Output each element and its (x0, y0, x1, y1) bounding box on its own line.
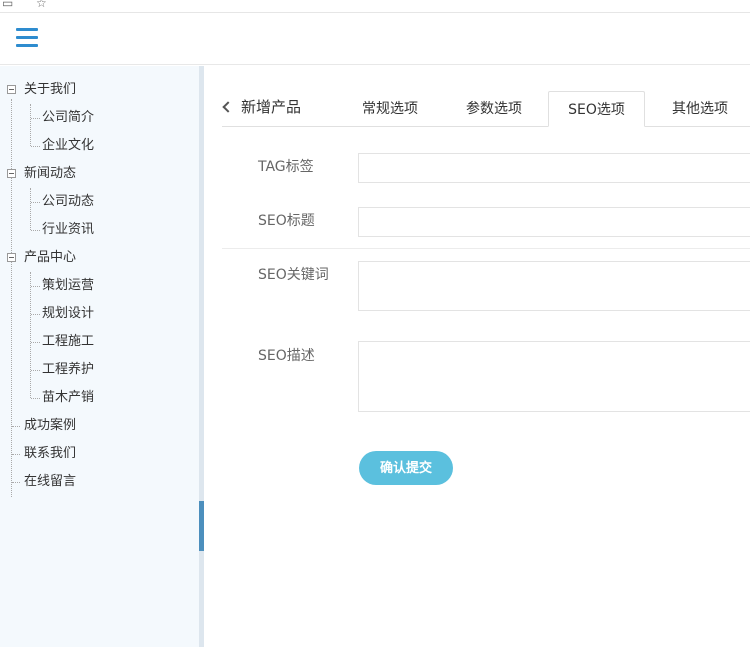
sidebar-tree: 关于我们 公司简介 企业文化 新闻动态 公司动态 行业资讯 产品中心 策划运营 (0, 66, 200, 496)
sidebar-item-label: 公司简介 (42, 110, 95, 125)
sidebar-item-contact[interactable]: 联系我们 (0, 440, 200, 468)
sidebar-item-label: 产品中心 (24, 250, 77, 265)
sidebar-item-planning-ops[interactable]: 策划运营 (0, 272, 200, 300)
sidebar-item-products[interactable]: 产品中心 (0, 244, 200, 272)
main-content: 新增产品 常规选项 参数选项 SEO选项 其他选项 TAG标签 SEO标题 SE… (204, 66, 750, 647)
sidebar-item-design[interactable]: 规划设计 (0, 300, 200, 328)
seo-description-textarea[interactable] (358, 341, 750, 412)
tab-params[interactable]: 参数选项 (448, 91, 540, 127)
sidebar-item-label: 新闻动态 (24, 166, 77, 181)
seo-keywords-textarea[interactable] (358, 261, 750, 311)
sidebar-item-label: 在线留言 (24, 474, 77, 489)
page-title: 新增产品 (241, 98, 302, 116)
sidebar-item-label: 苗木产销 (42, 390, 95, 405)
submit-button[interactable]: 确认提交 (359, 451, 453, 485)
tab-seo[interactable]: SEO选项 (548, 91, 645, 127)
sidebar-item-message[interactable]: 在线留言 (0, 468, 200, 496)
star-icon[interactable]: ☆ (36, 0, 47, 9)
sidebar-item-culture[interactable]: 企业文化 (0, 132, 200, 160)
seo-description-label: SEO描述 (258, 348, 315, 364)
window-icon: ▭ (2, 0, 14, 10)
sidebar-item-label: 规划设计 (42, 306, 95, 321)
sidebar-item-label: 公司动态 (42, 194, 95, 209)
tab-other[interactable]: 其他选项 (654, 91, 746, 127)
sidebar-item-about[interactable]: 关于我们 (0, 76, 200, 104)
tab-general[interactable]: 常规选项 (344, 91, 436, 127)
sidebar: 关于我们 公司简介 企业文化 新闻动态 公司动态 行业资讯 产品中心 策划运营 (0, 66, 200, 647)
sidebar-item-label: 联系我们 (24, 446, 77, 461)
collapse-toggle-icon[interactable] (7, 169, 16, 178)
top-header (0, 13, 750, 65)
hamburger-menu-icon[interactable] (16, 28, 38, 48)
sidebar-item-label: 工程养护 (42, 362, 95, 377)
seo-title-input[interactable] (358, 207, 750, 237)
tag-input[interactable] (358, 153, 750, 183)
form-divider (222, 248, 750, 249)
sidebar-item-company-intro[interactable]: 公司简介 (0, 104, 200, 132)
sidebar-item-maintenance[interactable]: 工程养护 (0, 356, 200, 384)
seo-title-label: SEO标题 (258, 213, 315, 229)
collapse-toggle-icon[interactable] (7, 85, 16, 94)
sidebar-item-label: 关于我们 (24, 82, 77, 97)
seo-keywords-label: SEO关键词 (258, 267, 329, 283)
tag-label: TAG标签 (258, 159, 314, 175)
sidebar-item-label: 企业文化 (42, 138, 95, 153)
sidebar-item-label: 成功案例 (24, 418, 77, 433)
sidebar-item-label: 工程施工 (42, 334, 95, 349)
chevron-left-icon (222, 101, 234, 113)
sidebar-item-company-news[interactable]: 公司动态 (0, 188, 200, 216)
sidebar-item-industry-news[interactable]: 行业资讯 (0, 216, 200, 244)
sidebar-item-label: 策划运营 (42, 278, 95, 293)
sidebar-item-news[interactable]: 新闻动态 (0, 160, 200, 188)
sidebar-item-seedlings[interactable]: 苗木产销 (0, 384, 200, 412)
collapse-toggle-icon[interactable] (7, 253, 16, 262)
sidebar-item-construction[interactable]: 工程施工 (0, 328, 200, 356)
browser-toolbar-strip: ▭ ☆ (0, 0, 750, 13)
sidebar-item-cases[interactable]: 成功案例 (0, 412, 200, 440)
sidebar-item-label: 行业资讯 (42, 222, 95, 237)
back-button[interactable]: 新增产品 (222, 96, 302, 117)
